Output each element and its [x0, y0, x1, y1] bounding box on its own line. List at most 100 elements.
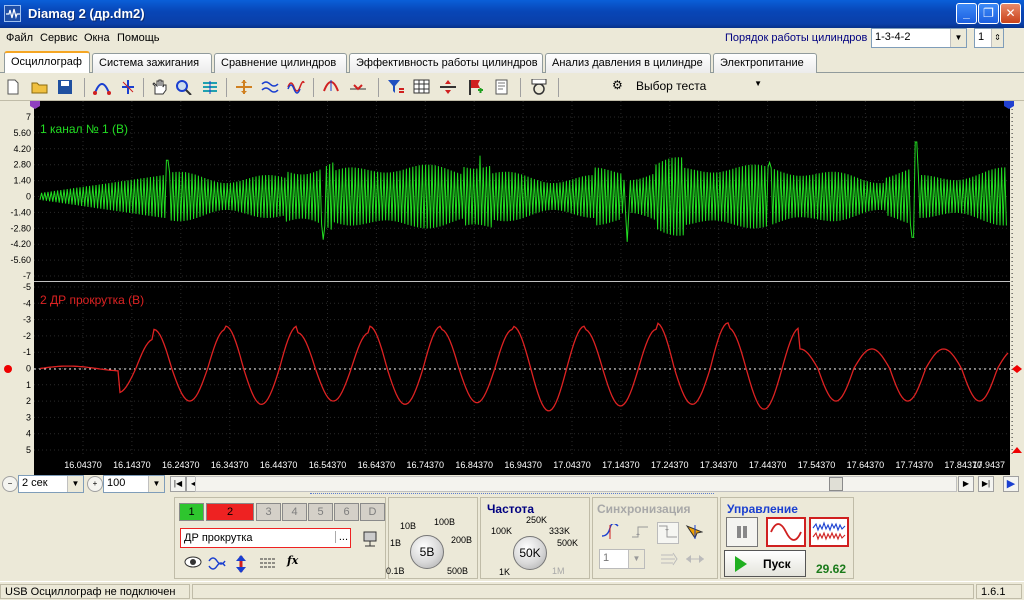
x-tick-label: 16.64370: [358, 460, 396, 470]
oscilloscope-plot[interactable]: 1 канал № 1 (В) 2 ДР прокрутка (В) 7 5.60…: [0, 101, 1024, 475]
auto-mode-icon[interactable]: [528, 77, 550, 98]
spectrum-icon[interactable]: [199, 77, 221, 98]
range-indicator: [310, 493, 714, 496]
toolbar-separator: [84, 78, 85, 97]
tab-cylinder-efficiency[interactable]: Эффективность работы цилиндров: [349, 53, 543, 73]
title-bar: Diamag 2 (др.dm2) _ ❐ ✕: [0, 0, 1024, 28]
hand-pan-icon[interactable]: [148, 77, 170, 98]
invert-wave-icon[interactable]: [208, 555, 228, 573]
wave-color-icon[interactable]: [285, 77, 307, 98]
channel-2-button[interactable]: 2: [206, 503, 254, 521]
line-style-icon[interactable]: [259, 555, 279, 573]
freq-label-333k: 333K: [549, 526, 571, 536]
function-icon[interactable]: fx: [287, 554, 307, 572]
eye-icon[interactable]: [184, 555, 204, 573]
sync-channel-select[interactable]: 1 ▼: [599, 549, 645, 569]
chevron-down-icon: ▼: [628, 550, 644, 568]
close-button[interactable]: ✕: [1000, 3, 1021, 24]
sync-cursor-icon[interactable]: [685, 524, 705, 542]
voltage-knob[interactable]: 5В: [410, 535, 444, 569]
sync-edge-up-icon[interactable]: [631, 524, 651, 542]
single-wave-button[interactable]: [766, 517, 806, 547]
grid-icon[interactable]: [411, 77, 433, 98]
chevron-down-icon: ▼: [754, 79, 762, 88]
channel-3-button[interactable]: 3: [256, 503, 281, 521]
connector-icon[interactable]: [361, 530, 379, 548]
frequency-knob[interactable]: 50K: [513, 536, 547, 570]
play-icon[interactable]: ▶: [1003, 476, 1019, 492]
cylinder-order-label: Порядок работы цилиндров: [725, 32, 868, 44]
first-page-icon[interactable]: |◀: [170, 476, 186, 492]
status-text: USB Осциллограф не подключен: [0, 584, 190, 599]
filter-icon[interactable]: [385, 77, 407, 98]
app-icon: [4, 5, 21, 22]
sine-wave-icon: [770, 523, 802, 541]
x-tick-label: 17.34370: [700, 460, 738, 470]
restore-button[interactable]: ❐: [978, 3, 999, 24]
horizontal-split-icon[interactable]: [437, 77, 459, 98]
menu-file[interactable]: Файл: [6, 32, 33, 44]
channel-name-field[interactable]: ДР прокрутка ...: [180, 528, 351, 548]
menu-help[interactable]: Помощь: [117, 32, 160, 44]
scroll-thumb[interactable]: [829, 477, 843, 491]
save-icon[interactable]: [55, 77, 77, 98]
pause-icon: [737, 526, 747, 538]
test-select[interactable]: ⚙ Выбор теста ▼: [606, 77, 766, 97]
time-base-select[interactable]: 2 сек ▼: [18, 475, 84, 493]
sync-rising-icon[interactable]: [601, 522, 621, 542]
continuous-wave-button[interactable]: [809, 517, 849, 547]
tab-oscilloscope[interactable]: Осциллограф: [4, 51, 90, 73]
measure-cursor-icon[interactable]: [117, 77, 139, 98]
zoom-out-icon[interactable]: −: [2, 476, 18, 492]
sync-level-icon[interactable]: [659, 551, 681, 567]
expand-icon[interactable]: [233, 77, 255, 98]
ch2-y-tick-label: 1: [26, 380, 31, 390]
start-button[interactable]: Пуск: [724, 550, 806, 577]
time-scrollbar[interactable]: [195, 476, 957, 492]
tab-pressure-analysis[interactable]: Анализ давления в цилиндре: [545, 53, 711, 73]
channel-5-button[interactable]: 5: [308, 503, 333, 521]
channel-d-button[interactable]: D: [360, 503, 385, 521]
toolbar-separator: [378, 78, 379, 97]
x-tick-label: 16.74370: [407, 460, 445, 470]
flag-marker-icon[interactable]: [464, 77, 486, 98]
auto-scale-icon[interactable]: [320, 77, 342, 98]
vertical-scale-icon[interactable]: [232, 555, 252, 573]
wave-overlay-icon[interactable]: [259, 77, 281, 98]
channel-name-more-button[interactable]: ...: [334, 531, 348, 543]
channel-6-button[interactable]: 6: [334, 503, 359, 521]
channel-1-button[interactable]: 1: [179, 503, 204, 521]
minimize-button[interactable]: _: [956, 3, 977, 24]
rpm-readout: 29.62: [816, 562, 847, 576]
toolbar-separator: [226, 78, 227, 97]
x-tick-label: 17.64370: [847, 460, 885, 470]
sync-edge-down-icon[interactable]: [657, 522, 679, 544]
channel-4-button[interactable]: 4: [282, 503, 307, 521]
zoom-in-icon[interactable]: +: [87, 476, 103, 492]
last-page-icon[interactable]: ▶|: [978, 476, 994, 492]
plot-canvas[interactable]: 1 канал № 1 (В) 2 ДР прокрутка (В) 7 5.60…: [0, 101, 1024, 475]
cylinder-number-spinner[interactable]: 1 ⇕: [974, 28, 1004, 48]
ch2-y-tick-label: 3: [26, 412, 31, 422]
start-label: Пуск: [763, 557, 791, 571]
scroll-right-icon[interactable]: ▶: [958, 476, 974, 492]
open-folder-icon[interactable]: [29, 77, 51, 98]
sync-shift-icon[interactable]: [685, 551, 707, 567]
zero-offset-icon[interactable]: [347, 77, 369, 98]
new-file-icon[interactable]: [3, 77, 25, 98]
tab-cylinder-compare[interactable]: Сравнение цилиндров: [214, 53, 347, 73]
voltage-label-500v: 500В: [447, 566, 469, 576]
ch2-offset-handle[interactable]: [4, 365, 12, 373]
tab-ignition[interactable]: Система зажигания: [92, 53, 212, 73]
menu-windows[interactable]: Окна: [84, 32, 110, 44]
cursor-arc-icon[interactable]: [91, 77, 113, 98]
zoom-icon[interactable]: [173, 77, 195, 98]
pause-button[interactable]: [726, 517, 758, 547]
zoom-select[interactable]: 100 ▼: [103, 475, 165, 493]
voltage-label-200v: 200В: [451, 535, 473, 545]
report-icon[interactable]: [491, 77, 513, 98]
tab-power-supply[interactable]: Электропитание: [713, 53, 817, 73]
voltage-label-10v: 10В: [400, 521, 417, 531]
menu-service[interactable]: Сервис: [40, 32, 78, 44]
cylinder-order-select[interactable]: 1-3-4-2 ▼: [871, 28, 967, 48]
